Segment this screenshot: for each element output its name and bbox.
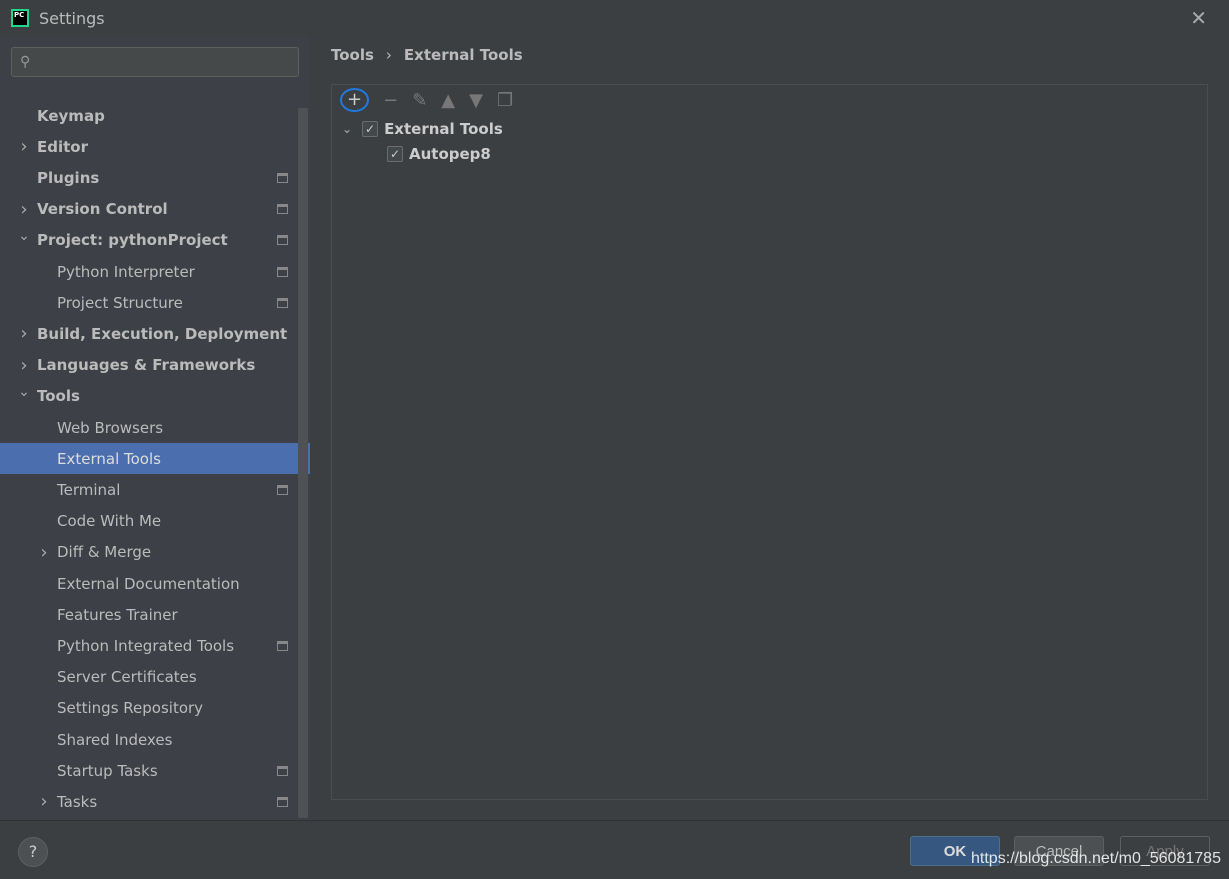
sidebar-item-label: Terminal	[57, 480, 121, 499]
settings-sidebar: ⚲ Keymap › Editor Plugins › Version Control ⌄ P…	[0, 36, 310, 820]
sidebar-item-label: Version Control	[37, 200, 168, 219]
copy-icon[interactable]: ❐	[497, 90, 513, 111]
search-input[interactable]	[36, 54, 298, 70]
project-level-icon	[277, 640, 288, 651]
sidebar-item-label: Project: pythonProject	[37, 231, 228, 250]
sidebar-item[interactable]: Settings Repository	[0, 693, 310, 724]
sidebar-item-label: Diff & Merge	[57, 543, 152, 562]
sidebar-item[interactable]: › Diff & Merge	[0, 537, 310, 568]
item-checkbox[interactable]: ✓	[387, 146, 403, 162]
sidebar-item-label: Plugins	[37, 168, 100, 187]
minus-icon[interactable]: −	[383, 90, 398, 111]
chevron-down-icon[interactable]: ⌄	[18, 384, 30, 400]
sidebar-item[interactable]: Server Certificates	[0, 662, 310, 693]
tree-item[interactable]: ✓ Autopep8	[387, 145, 491, 163]
sidebar-item-label: Python Integrated Tools	[57, 636, 235, 655]
breadcrumb-current: External Tools	[403, 46, 523, 64]
sidebar-item[interactable]: ⌄ Tools	[0, 381, 310, 412]
breadcrumb: Tools › External Tools	[331, 46, 523, 64]
sidebar-item[interactable]: Web Browsers	[0, 412, 310, 443]
sidebar-item[interactable]: Project Structure	[0, 287, 310, 318]
search-field[interactable]: ⚲	[11, 47, 299, 77]
project-level-icon	[277, 235, 288, 246]
sidebar-item-label: Editor	[37, 137, 88, 156]
sidebar-item[interactable]: Code With Me	[0, 506, 310, 537]
group-label: External Tools	[384, 120, 503, 138]
sidebar-item[interactable]: Features Trainer	[0, 599, 310, 630]
watermark: https://blog.csdn.net/m0_56081785	[971, 850, 1221, 867]
chevron-down-icon[interactable]: ⌄	[18, 228, 30, 244]
breadcrumb-separator: ›	[385, 46, 392, 64]
project-level-icon	[277, 765, 288, 776]
chevron-down-icon[interactable]: ⌄	[342, 122, 352, 136]
sidebar-item[interactable]: Shared Indexes	[0, 724, 310, 755]
sidebar-item-label: Startup Tasks	[57, 761, 158, 780]
chevron-right-icon[interactable]: ›	[18, 136, 30, 157]
sidebar-item[interactable]: › Tasks	[0, 786, 310, 817]
sidebar-item-label: Keymap	[37, 106, 105, 125]
sidebar-item[interactable]: Python Interpreter	[0, 256, 310, 287]
window-title: Settings	[39, 8, 105, 28]
sidebar-item-label: Tasks	[57, 792, 98, 811]
sidebar-item-label: External Documentation	[57, 574, 240, 593]
sidebar-item[interactable]: › Version Control	[0, 194, 310, 225]
move-up-icon[interactable]: ▲	[441, 90, 455, 111]
pycharm-logo: PC	[11, 9, 29, 27]
sidebar-item[interactable]: External Tools	[0, 443, 310, 475]
breadcrumb-parent[interactable]: Tools	[331, 46, 374, 64]
item-label: Autopep8	[409, 145, 491, 163]
sidebar-item[interactable]: Terminal	[0, 474, 310, 505]
sidebar-item-label: Python Interpreter	[57, 262, 195, 281]
sidebar-item[interactable]: Startup Tasks	[0, 755, 310, 786]
sidebar-item-label: Shared Indexes	[57, 730, 173, 749]
chevron-right-icon[interactable]: ›	[18, 323, 30, 344]
group-checkbox[interactable]: ✓	[362, 121, 379, 137]
tree-group[interactable]: ⌄ ✓ External Tools	[342, 120, 503, 138]
main-panel: Tools › External Tools + − ✎ ▲ ▼ ❐ ⌄ ✓ E…	[310, 36, 1229, 820]
sidebar-item[interactable]: › Editor	[0, 131, 310, 162]
sidebar-item[interactable]: › Languages & Frameworks	[0, 350, 310, 381]
search-icon: ⚲	[20, 54, 31, 70]
sidebar-scrollbar[interactable]	[298, 108, 308, 818]
chevron-right-icon[interactable]: ›	[38, 542, 50, 563]
sidebar-item[interactable]: Keymap	[0, 100, 310, 131]
help-button[interactable]: ?	[18, 837, 48, 867]
sidebar-item-label: Settings Repository	[57, 699, 204, 718]
sidebar-item[interactable]: ⌄ Project: pythonProject	[0, 225, 310, 256]
project-level-icon	[277, 796, 288, 807]
chevron-right-icon[interactable]: ›	[38, 791, 50, 812]
sidebar-item[interactable]: Python Integrated Tools	[0, 630, 310, 661]
close-icon[interactable]: ✕	[1190, 6, 1207, 30]
sidebar-item-label: Tools	[37, 387, 80, 406]
sidebar-item-label: Languages & Frameworks	[37, 356, 256, 375]
chevron-right-icon[interactable]: ›	[18, 199, 30, 220]
project-level-icon	[277, 204, 288, 215]
sidebar-item-label: Server Certificates	[57, 668, 197, 687]
sidebar-item-label: External Tools	[57, 449, 161, 468]
project-level-icon	[277, 297, 288, 308]
sidebar-item[interactable]: External Documentation	[0, 568, 310, 599]
title-bar: PC Settings ✕	[0, 0, 1229, 36]
chevron-right-icon[interactable]: ›	[18, 355, 30, 376]
move-down-icon[interactable]: ▼	[469, 90, 483, 111]
external-tools-panel: + − ✎ ▲ ▼ ❐ ⌄ ✓ External Tools ✓ Autopep…	[331, 84, 1208, 800]
sidebar-item-label: Web Browsers	[57, 418, 164, 437]
edit-icon[interactable]: ✎	[412, 90, 427, 111]
project-level-icon	[277, 266, 288, 277]
sidebar-item-label: Features Trainer	[57, 605, 178, 624]
toolbar: + − ✎ ▲ ▼ ❐	[332, 85, 1207, 115]
project-level-icon	[277, 172, 288, 183]
sidebar-item[interactable]: Plugins	[0, 162, 310, 193]
plus-icon[interactable]: +	[340, 88, 370, 112]
sidebar-item-label: Build, Execution, Deployment	[37, 324, 288, 343]
sidebar-item-label: Project Structure	[57, 293, 183, 312]
project-level-icon	[277, 484, 288, 495]
sidebar-item[interactable]: › Build, Execution, Deployment	[0, 318, 310, 349]
sidebar-item-label: Code With Me	[57, 512, 162, 531]
